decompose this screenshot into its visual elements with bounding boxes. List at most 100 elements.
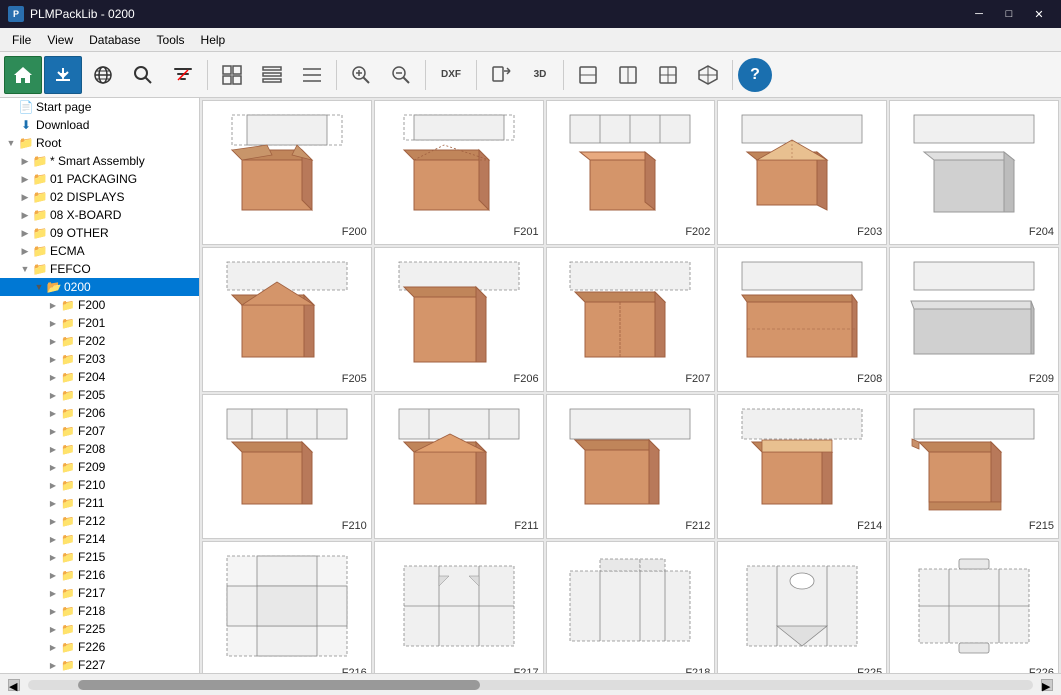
grid-item-f200[interactable]: F200 bbox=[202, 100, 372, 245]
sidebar-item-f218[interactable]: ▶ 📁 F218 bbox=[0, 602, 199, 620]
f209-drawing bbox=[894, 252, 1054, 371]
sidebar-item-displays[interactable]: ▶ 📁 02 DISPLAYS bbox=[0, 188, 199, 206]
grid-item-f212[interactable]: F212 bbox=[546, 394, 716, 539]
layout1-button[interactable] bbox=[213, 56, 251, 94]
export-button[interactable] bbox=[482, 56, 520, 94]
titlebar: P PLMPackLib - 0200 ─ □ ✕ bbox=[0, 0, 1061, 28]
sidebar-item-f212[interactable]: ▶ 📁 F212 bbox=[0, 512, 199, 530]
menu-help[interactable]: Help bbox=[193, 31, 234, 49]
view-top-button[interactable] bbox=[569, 56, 607, 94]
zoom-in-button[interactable] bbox=[342, 56, 380, 94]
sidebar-item-f202[interactable]: ▶ 📁 F202 bbox=[0, 332, 199, 350]
sidebar-item-f215[interactable]: ▶ 📁 F215 bbox=[0, 548, 199, 566]
grid-item-f202[interactable]: F202 bbox=[546, 100, 716, 245]
sidebar-item-f203[interactable]: ▶ 📁 F203 bbox=[0, 350, 199, 368]
f212-label: F212 bbox=[685, 518, 710, 534]
f205-label: F205 bbox=[342, 371, 367, 387]
fefco-icon: 📁 bbox=[32, 262, 48, 276]
grid-item-f225[interactable]: F225 bbox=[717, 541, 887, 673]
window-controls: ─ □ ✕ bbox=[965, 3, 1053, 25]
grid-item-f217[interactable]: F217 bbox=[374, 541, 544, 673]
sidebar-item-fefco[interactable]: ▼ 📁 FEFCO bbox=[0, 260, 199, 278]
smart-label: * Smart Assembly bbox=[50, 154, 145, 168]
sidebar-item-packaging[interactable]: ▶ 📁 01 PACKAGING bbox=[0, 170, 199, 188]
sidebar-item-smart-assembly[interactable]: ▶ 📁 * Smart Assembly bbox=[0, 152, 199, 170]
f200-label: F200 bbox=[78, 298, 105, 312]
grid-item-f207[interactable]: F207 bbox=[546, 247, 716, 392]
view-front-button[interactable] bbox=[609, 56, 647, 94]
f214-drawing bbox=[722, 399, 882, 518]
sidebar-item-f227[interactable]: ▶ 📁 F227 bbox=[0, 656, 199, 673]
f226-label: F226 bbox=[1029, 665, 1054, 673]
grid-item-f215[interactable]: F215 bbox=[889, 394, 1059, 539]
grid-item-f211[interactable]: F211 bbox=[374, 394, 544, 539]
sidebar-item-f211[interactable]: ▶ 📁 F211 bbox=[0, 494, 199, 512]
scroll-right-btn[interactable]: ▶ bbox=[1041, 679, 1053, 691]
view-side-button[interactable] bbox=[649, 56, 687, 94]
web-button[interactable] bbox=[84, 56, 122, 94]
menu-view[interactable]: View bbox=[39, 31, 81, 49]
sidebar-item-f205[interactable]: ▶ 📁 F205 bbox=[0, 386, 199, 404]
scroll-left-btn[interactable]: ◀ bbox=[8, 679, 20, 691]
f225-label: F225 bbox=[857, 665, 882, 673]
zoom-out-button[interactable] bbox=[382, 56, 420, 94]
grid-item-f208[interactable]: F208 bbox=[717, 247, 887, 392]
grid-item-f206[interactable]: F206 bbox=[374, 247, 544, 392]
grid-item-f226[interactable]: F226 bbox=[889, 541, 1059, 673]
sidebar-item-xboard[interactable]: ▶ 📁 08 X-BOARD bbox=[0, 206, 199, 224]
grid-item-f216[interactable]: F216 bbox=[202, 541, 372, 673]
menubar: File View Database Tools Help bbox=[0, 28, 1061, 52]
grid-item-f218[interactable]: F218 bbox=[546, 541, 716, 673]
main-layout: 📄 Start page ⬇ Download ▼ 📁 Root ▶ 📁 * S… bbox=[0, 98, 1061, 673]
menu-database[interactable]: Database bbox=[81, 31, 148, 49]
f214-label: F214 bbox=[857, 518, 882, 534]
3d-button[interactable]: 3D bbox=[522, 56, 558, 94]
close-button[interactable]: ✕ bbox=[1025, 3, 1053, 25]
grid-item-f205[interactable]: F205 bbox=[202, 247, 372, 392]
f210-drawing bbox=[207, 399, 367, 518]
sidebar-item-f201[interactable]: ▶ 📁 F201 bbox=[0, 314, 199, 332]
sidebar-item-0200[interactable]: ▼ 📂 0200 bbox=[0, 278, 199, 296]
download-button[interactable] bbox=[44, 56, 82, 94]
sidebar-item-f217[interactable]: ▶ 📁 F217 bbox=[0, 584, 199, 602]
grid-item-f214[interactable]: F214 bbox=[717, 394, 887, 539]
grid-item-f210[interactable]: F210 bbox=[202, 394, 372, 539]
sidebar-item-f209[interactable]: ▶ 📁 F209 bbox=[0, 458, 199, 476]
sidebar-item-startpage[interactable]: 📄 Start page bbox=[0, 98, 199, 116]
menu-file[interactable]: File bbox=[4, 31, 39, 49]
sidebar-item-root[interactable]: ▼ 📁 Root bbox=[0, 134, 199, 152]
f201-label: F201 bbox=[514, 224, 539, 240]
maximize-button[interactable]: □ bbox=[995, 3, 1023, 25]
grid-item-f203[interactable]: F203 bbox=[717, 100, 887, 245]
filter-button[interactable] bbox=[164, 56, 202, 94]
sidebar-item-f208[interactable]: ▶ 📁 F208 bbox=[0, 440, 199, 458]
grid-item-f201[interactable]: F201 bbox=[374, 100, 544, 245]
sidebar-item-f214[interactable]: ▶ 📁 F214 bbox=[0, 530, 199, 548]
sidebar-item-f210[interactable]: ▶ 📁 F210 bbox=[0, 476, 199, 494]
sidebar-item-f216[interactable]: ▶ 📁 F216 bbox=[0, 566, 199, 584]
horizontal-scrollbar[interactable] bbox=[28, 680, 1033, 690]
sidebar-item-f206[interactable]: ▶ 📁 F206 bbox=[0, 404, 199, 422]
toolbar: DXF 3D ? bbox=[0, 52, 1061, 98]
grid-item-f204[interactable]: F204 bbox=[889, 100, 1059, 245]
f216-label: F216 bbox=[342, 665, 367, 673]
sidebar-item-f207[interactable]: ▶ 📁 F207 bbox=[0, 422, 199, 440]
help-button[interactable]: ? bbox=[738, 58, 772, 92]
layout3-button[interactable] bbox=[293, 56, 331, 94]
sidebar-item-ecma[interactable]: ▶ 📁 ECMA bbox=[0, 242, 199, 260]
dxf-button[interactable]: DXF bbox=[431, 56, 471, 94]
sidebar-item-f226[interactable]: ▶ 📁 F226 bbox=[0, 638, 199, 656]
menu-tools[interactable]: Tools bbox=[149, 31, 193, 49]
view-iso-button[interactable] bbox=[689, 56, 727, 94]
grid-item-f209[interactable]: F209 bbox=[889, 247, 1059, 392]
sidebar-item-f225[interactable]: ▶ 📁 F225 bbox=[0, 620, 199, 638]
sidebar-item-download[interactable]: ⬇ Download bbox=[0, 116, 199, 134]
search-button[interactable] bbox=[124, 56, 162, 94]
minimize-button[interactable]: ─ bbox=[965, 3, 993, 25]
fefco-label: FEFCO bbox=[50, 262, 91, 276]
sidebar-item-f204[interactable]: ▶ 📁 F204 bbox=[0, 368, 199, 386]
sidebar-item-other[interactable]: ▶ 📁 09 OTHER bbox=[0, 224, 199, 242]
layout2-button[interactable] bbox=[253, 56, 291, 94]
home-button[interactable] bbox=[4, 56, 42, 94]
sidebar-item-f200[interactable]: ▶ 📁 F200 bbox=[0, 296, 199, 314]
